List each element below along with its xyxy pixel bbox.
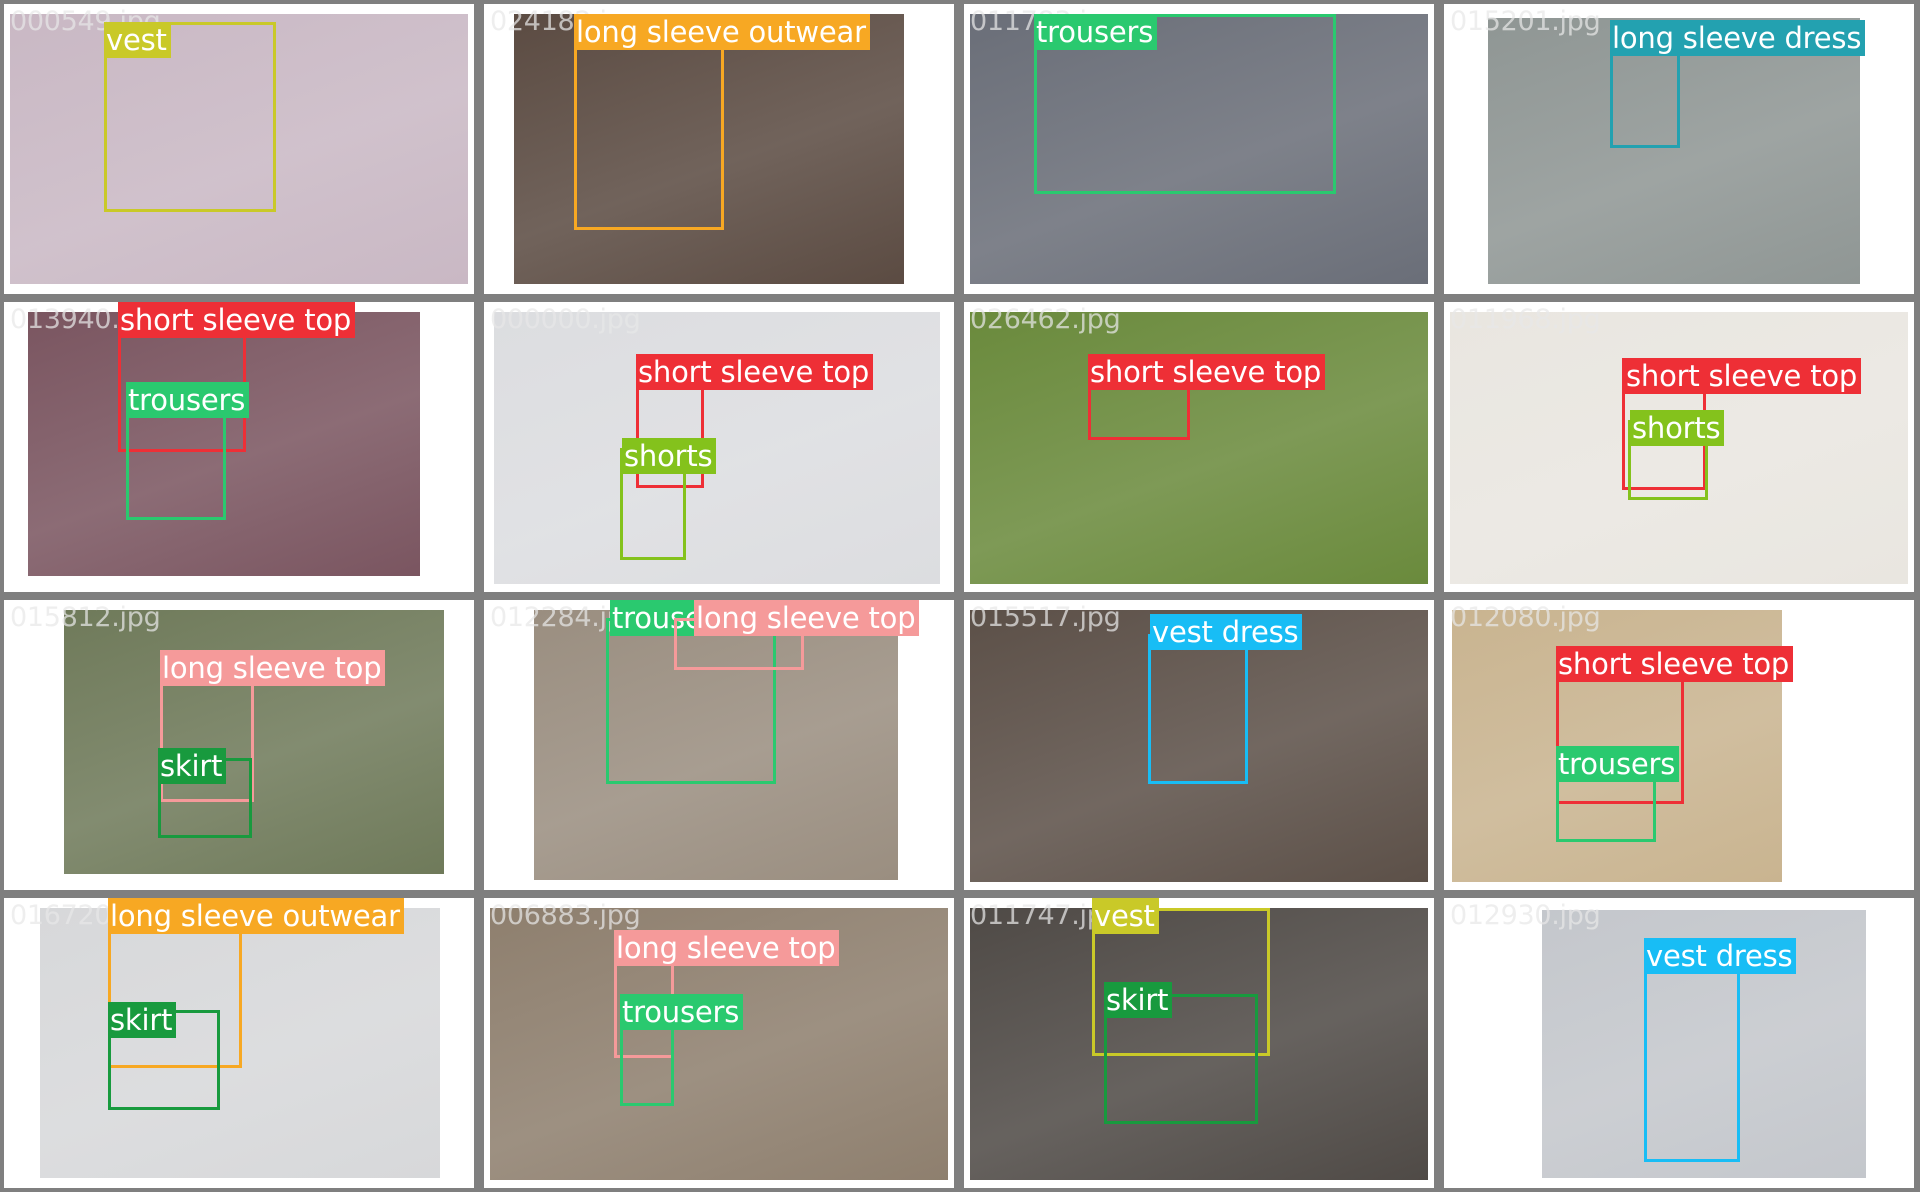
image-tile: 026462.jpg short sleeve top	[960, 298, 1440, 596]
image-panel: 024182.jpg long sleeve outwear	[484, 4, 954, 294]
image-panel: 015201.jpg long sleeve dress	[1444, 4, 1914, 294]
photo-icon	[970, 312, 1428, 584]
image-filename: 015201.jpg	[1450, 6, 1601, 37]
box-label: short sleeve top	[118, 302, 356, 338]
bounding-box	[126, 404, 226, 520]
box-label: trousers	[1034, 14, 1158, 50]
image-panel: 016720.jpg long sleeve outwear skirt	[4, 898, 474, 1188]
image-tile: 000000.jpg short sleeve top shorts	[480, 298, 960, 596]
image-grid: 000549.jpg vest 024182.jpg long sleeve outw…	[0, 0, 1920, 1192]
image-tile: 015812.jpg long sleeve top skirt	[0, 596, 480, 894]
bounding-box	[574, 20, 724, 230]
box-label: vest dress	[1644, 938, 1797, 974]
image-tile: 016720.jpg long sleeve outwear skirt	[0, 894, 480, 1192]
image-filename: 000000.jpg	[490, 304, 641, 335]
box-label: skirt	[158, 748, 227, 784]
image-panel: 011783.jpgtrousers	[964, 4, 1434, 294]
image-tile: 012080.jpg short sleeve top trousers	[1440, 596, 1920, 894]
image-tile: 012284.jpg trousers long sleeve top	[480, 596, 960, 894]
image-filename: 015517.jpg	[970, 602, 1121, 633]
image-filename: 015812.jpg	[10, 602, 161, 633]
image-tile: 013940.jpg short sleeve top trousers	[0, 298, 480, 596]
image-tile: 011747.jpg vest skirt	[960, 894, 1440, 1192]
image-tile: 024182.jpg long sleeve outwear	[480, 0, 960, 298]
image-tile: 012930.jpg vest dress	[1440, 894, 1920, 1192]
image-panel: 026462.jpg short sleeve top	[964, 302, 1434, 592]
image-panel: 000000.jpg short sleeve top shorts	[484, 302, 954, 592]
box-label: long sleeve top	[160, 650, 386, 686]
box-label: vest	[104, 22, 171, 58]
image-panel: 013940.jpg short sleeve top trousers	[4, 302, 474, 592]
image-panel: 011747.jpg vest skirt	[964, 898, 1434, 1188]
image-filename: 012080.jpg	[1450, 602, 1601, 633]
box-label: short sleeve top	[1624, 358, 1862, 394]
image-panel: 012080.jpg short sleeve top trousers	[1444, 600, 1914, 890]
image-tile: 015517.jpg vest dress	[960, 596, 1440, 894]
image-tile: 011783.jpgtrousers	[960, 0, 1440, 298]
box-label: long sleeve outwear	[108, 898, 404, 934]
image-panel: 011968.jpg short sleeve top shorts	[1444, 302, 1914, 592]
box-label: skirt	[108, 1002, 177, 1038]
image-panel: 015517.jpg vest dress	[964, 600, 1434, 890]
image-panel: 006883.jpg long sleeve top trousers	[484, 898, 954, 1188]
bounding-box	[1610, 48, 1680, 148]
box-label: shorts	[1630, 410, 1725, 446]
image-panel: 012930.jpg vest dress	[1444, 898, 1914, 1188]
box-label: long sleeve top	[694, 600, 920, 636]
box-label: trousers	[1556, 746, 1680, 782]
photo-icon	[494, 312, 940, 584]
image-filename: 026462.jpg	[970, 304, 1121, 335]
image-panel: 000549.jpg vest	[4, 4, 474, 294]
image-filename: 011968.jpg	[1450, 304, 1601, 335]
box-label: trousers	[620, 994, 744, 1030]
image-filename: 006883.jpg	[490, 900, 641, 931]
bounding-box	[1644, 956, 1740, 1162]
box-label: long sleeve outwear	[574, 14, 870, 50]
box-label: short sleeve top	[1556, 646, 1794, 682]
box-label: skirt	[1104, 982, 1173, 1018]
box-label: shorts	[622, 438, 717, 474]
box-label: long sleeve top	[614, 930, 840, 966]
image-tile: 011968.jpg short sleeve top shorts	[1440, 298, 1920, 596]
image-filename: 012930.jpg	[1450, 900, 1601, 931]
box-label: trousers	[126, 382, 250, 418]
box-label: vest dress	[1150, 614, 1303, 650]
bounding-box	[1148, 634, 1248, 784]
image-tile: 006883.jpg long sleeve top trousers	[480, 894, 960, 1192]
box-label: short sleeve top	[636, 354, 874, 390]
image-tile: 015201.jpg long sleeve dress	[1440, 0, 1920, 298]
image-panel: 012284.jpg trousers long sleeve top	[484, 600, 954, 890]
image-tile: 000549.jpg vest	[0, 0, 480, 298]
box-label: long sleeve dress	[1610, 20, 1866, 56]
box-label: short sleeve top	[1088, 354, 1326, 390]
box-label: vest	[1092, 898, 1159, 934]
image-panel: 015812.jpg long sleeve top skirt	[4, 600, 474, 890]
